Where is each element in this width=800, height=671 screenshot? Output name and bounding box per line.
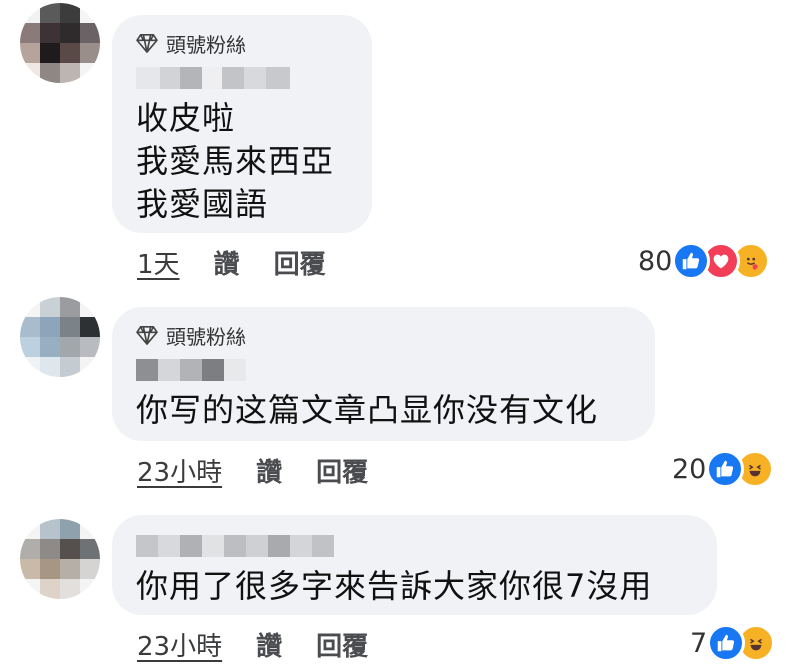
comment-line: 我愛國語 (136, 185, 269, 223)
timestamp-link[interactable]: 23小時 (137, 626, 222, 663)
like-icon (707, 624, 746, 662)
reaction-count: 20 (672, 453, 707, 485)
comment-bubble: 頭號粉絲 你写的这篇文章凸显你没有文化 (112, 307, 655, 441)
comment-line: 我愛馬來西亞 (136, 142, 335, 180)
author-name-blurred[interactable] (136, 359, 631, 381)
author-name-blurred[interactable] (136, 67, 348, 89)
reply-button[interactable]: 回覆 (274, 244, 326, 281)
like-icon (672, 242, 711, 280)
diamond-icon (136, 34, 158, 53)
reactions-summary[interactable]: 7 (690, 624, 776, 662)
reaction-count: 80 (638, 245, 673, 277)
comment-text: 收皮啦 我愛馬來西亞 我愛國語 (136, 97, 348, 226)
timestamp-link[interactable]: 23小時 (137, 452, 222, 489)
top-fan-badge[interactable]: 頭號粉絲 (136, 29, 348, 57)
reactions-summary[interactable]: 80 (638, 242, 771, 280)
reactions-summary[interactable]: 20 (672, 450, 775, 488)
comment-actions: 23小時 讚 回覆 (137, 626, 368, 663)
author-name-blurred[interactable] (136, 535, 693, 557)
reply-button[interactable]: 回覆 (316, 452, 368, 489)
comment-line: 你写的这篇文章凸显你没有文化 (136, 391, 599, 429)
comment-line: 你用了很多字來告訴大家你很7沒用 (136, 567, 653, 605)
like-icon (706, 450, 745, 488)
comment-text: 你写的这篇文章凸显你没有文化 (136, 389, 631, 432)
avatar[interactable] (20, 519, 100, 599)
reply-button[interactable]: 回覆 (316, 626, 368, 663)
badge-label: 頭號粉絲 (166, 32, 246, 57)
like-button[interactable]: 讚 (256, 452, 282, 489)
reaction-count: 7 (690, 627, 708, 659)
avatar[interactable] (20, 297, 100, 377)
comment-bubble: 頭號粉絲 收皮啦 我愛馬來西亞 我愛國語 (112, 15, 372, 233)
comment-actions: 23小時 讚 回覆 (137, 452, 368, 489)
comment-line: 收皮啦 (136, 99, 236, 137)
comment-bubble: 你用了很多字來告訴大家你很7沒用 (112, 515, 717, 615)
badge-label: 頭號粉絲 (166, 324, 246, 349)
comment-actions: 1天 讚 回覆 (137, 244, 326, 281)
like-button[interactable]: 讚 (256, 626, 282, 663)
top-fan-badge[interactable]: 頭號粉絲 (136, 321, 631, 349)
timestamp-link[interactable]: 1天 (137, 244, 180, 281)
avatar[interactable] (20, 3, 100, 83)
like-button[interactable]: 讚 (214, 244, 240, 281)
comment-text: 你用了很多字來告訴大家你很7沒用 (136, 565, 693, 608)
diamond-icon (136, 326, 158, 345)
